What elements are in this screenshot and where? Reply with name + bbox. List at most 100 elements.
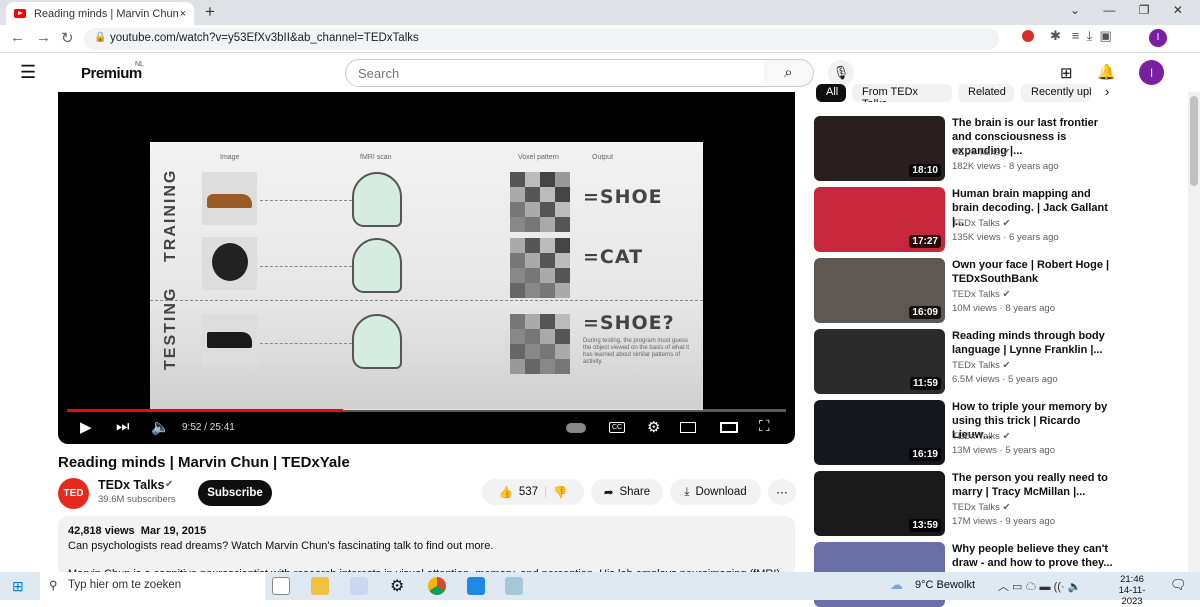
volume-icon[interactable]: 🔈 (151, 418, 170, 436)
more-actions-button[interactable]: ⋯ (768, 479, 796, 505)
like-count[interactable]: 537 (519, 486, 538, 498)
video-thumbnail[interactable]: 11:59 (814, 329, 945, 394)
miniplayer-icon[interactable] (680, 422, 696, 433)
task-view-icon[interactable] (272, 577, 290, 595)
chip-recently-uploaded[interactable]: Recently uploaded (1021, 84, 1091, 102)
voxel-cell (525, 172, 540, 187)
extensions-icon[interactable]: ✱ ≡ ⤓ ▣ (1050, 28, 1112, 44)
training-label: TRAINING (162, 168, 179, 262)
share-button[interactable]: ➦ Share (591, 479, 663, 505)
video-thumbnail[interactable]: 16:19 (814, 400, 945, 465)
create-video-icon[interactable]: ⊞ (1060, 64, 1073, 82)
video-thumbnail[interactable]: 16:09 (814, 258, 945, 323)
account-avatar[interactable]: I (1139, 60, 1164, 85)
video-thumbnail[interactable]: 17:27 (814, 187, 945, 252)
channel-avatar[interactable]: TED (58, 478, 89, 509)
url-input[interactable]: 🔒 youtube.com/watch?v=y53EfXv3bII&ab_cha… (84, 28, 999, 50)
slide-label: Image (220, 154, 240, 161)
browser-tab[interactable]: Reading minds | Marvin Chun | TEDxYale × (6, 2, 194, 25)
recommended-video[interactable]: 16:09 Own your face | Robert Hoge | TEDx… (814, 258, 1184, 323)
search-input[interactable]: Search (345, 59, 765, 87)
duration-badge: 11:59 (909, 377, 941, 390)
chrome-icon[interactable] (428, 577, 446, 595)
recommended-channel[interactable]: TEDx Talks (952, 360, 1000, 371)
window-controls[interactable]: ⌄ — ❐ ✕ (1070, 3, 1183, 17)
video-thumbnail[interactable]: 18:10 (814, 116, 945, 181)
duration-badge: 13:59 (909, 519, 941, 532)
windows-start-icon[interactable]: ⊞ (12, 578, 24, 595)
recommended-title[interactable]: The person you really need to marry | Tr… (952, 471, 1117, 499)
menu-icon[interactable]: ☰ (20, 62, 36, 83)
recommended-title[interactable]: Own your face | Robert Hoge | TEDxSouthB… (952, 258, 1117, 286)
dislike-icon[interactable]: 👎 (553, 485, 567, 499)
notifications-icon[interactable]: 🗨 (1170, 577, 1187, 593)
notepad-icon[interactable] (505, 577, 523, 595)
theater-mode-icon[interactable] (720, 422, 738, 433)
dash-line (260, 343, 352, 344)
weather-text[interactable]: 9°C Bewolkt (915, 579, 975, 591)
logo-text[interactable]: Premium (81, 65, 142, 82)
taskbar-search-input[interactable]: ⚲ Typ hier om te zoeken (40, 572, 265, 600)
reload-icon[interactable]: ↻ (61, 29, 74, 47)
file-explorer-icon[interactable] (311, 577, 329, 595)
recommended-video[interactable]: 13:59 The person you really need to marr… (814, 471, 1184, 536)
forward-icon[interactable]: → (36, 29, 51, 46)
clock-date: 14-11-2023 (1118, 585, 1146, 607)
close-tab-icon[interactable]: × (180, 8, 186, 20)
recommended-views: 17M views (952, 516, 997, 527)
chips-next-icon[interactable]: › (1105, 84, 1109, 99)
clock[interactable]: 21:46 14-11-2023 (1110, 574, 1154, 607)
recommended-video[interactable]: 11:59 Reading minds through body languag… (814, 329, 1184, 394)
back-icon[interactable]: ← (10, 29, 25, 46)
recommended-title[interactable]: Why people believe they can't draw - and… (952, 542, 1117, 570)
chip-related[interactable]: Related (958, 84, 1014, 102)
recommended-channel[interactable]: TEDx Talks (952, 218, 1000, 229)
voxel-cell (525, 314, 540, 329)
chip-all[interactable]: All (816, 84, 846, 102)
recommended-channel[interactable]: TEDx Talks (952, 147, 1000, 158)
url-text: youtube.com/watch?v=y53EfXv3bII&ab_chann… (110, 32, 419, 44)
recommended-video[interactable]: 17:27 Human brain mapping and brain deco… (814, 187, 1184, 252)
chip-from-channel[interactable]: From TEDx Talks (852, 84, 952, 102)
microphone-icon[interactable]: 🎙 (828, 60, 854, 86)
settings-icon[interactable]: ⚙ (390, 576, 404, 596)
autoplay-toggle[interactable] (566, 423, 586, 433)
paint-icon[interactable] (350, 577, 368, 595)
new-tab-button[interactable]: + (205, 2, 215, 22)
play-icon[interactable]: ▶ (80, 418, 92, 436)
profile-avatar[interactable]: I (1149, 29, 1167, 47)
recommended-channel[interactable]: TEDx Talks (952, 289, 1000, 300)
voxel-cell (555, 202, 570, 217)
download-button[interactable]: ⤓ Download (670, 479, 761, 505)
scrollbar[interactable] (1188, 92, 1200, 572)
voxel-cell (510, 359, 525, 374)
photos-icon[interactable] (467, 577, 485, 595)
recommended-channel[interactable]: TEDx Talks (952, 431, 1000, 442)
description-box[interactable]: 42,818 views Mar 19, 2015 Can psychologi… (58, 516, 795, 580)
extension-icon[interactable] (1022, 30, 1034, 42)
voxel-cell (510, 329, 525, 344)
recommended-video[interactable]: 18:10 The brain is our last frontier and… (814, 116, 1184, 181)
voxel-cell (525, 253, 540, 268)
subscribe-button[interactable]: Subscribe (198, 480, 272, 506)
recommended-views: 13M views (952, 445, 997, 456)
captions-icon[interactable]: CC (609, 422, 626, 433)
settings-gear-icon[interactable]: ⚙ (647, 418, 660, 436)
system-tray-icons[interactable]: ︿ ▭ ☁ ▬ ((· 🔈 (998, 578, 1081, 594)
voxel-cell (555, 238, 570, 253)
recommended-channel[interactable]: TEDx Talks (952, 502, 1000, 513)
like-icon[interactable]: 👍 (499, 485, 513, 499)
progress-bar[interactable] (67, 409, 786, 412)
channel-name[interactable]: TEDx Talks (98, 478, 164, 492)
fullscreen-icon[interactable]: ⛶ (759, 418, 770, 435)
search-button[interactable]: ⌕ (764, 59, 814, 87)
next-icon[interactable]: ⏭ (116, 418, 130, 435)
description-line: Can psychologists read dreams? Watch Mar… (68, 540, 494, 552)
notifications-bell-icon[interactable]: 🔔 (1097, 63, 1116, 81)
recommended-video[interactable]: 16:19 How to triple your memory by using… (814, 400, 1184, 465)
video-player[interactable]: Image fMRI scan Voxel pattern Output TRA… (58, 92, 795, 444)
video-thumbnail[interactable]: 13:59 (814, 471, 945, 536)
voxel-cell (510, 344, 525, 359)
recommended-title[interactable]: Reading minds through body language | Ly… (952, 329, 1117, 357)
voxel-cell (540, 202, 555, 217)
